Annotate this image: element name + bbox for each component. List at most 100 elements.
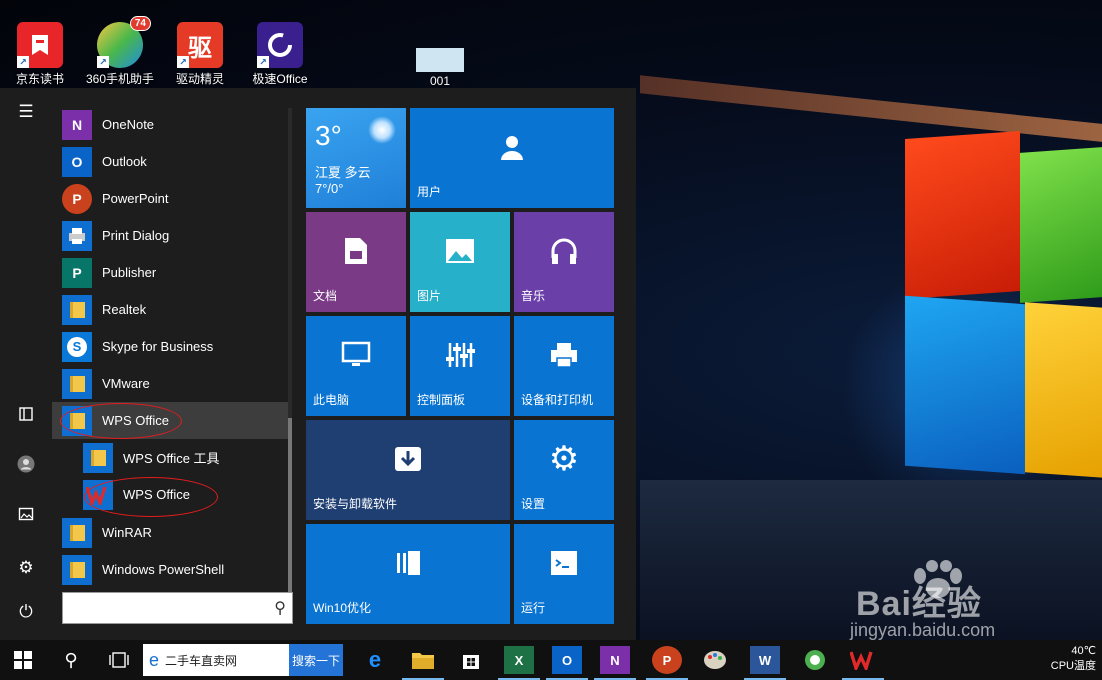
tile-weather[interactable]: 3° 江夏 多云 7°/0° [306, 108, 406, 208]
excel-icon[interactable]: X [498, 646, 540, 680]
app-item-vmware[interactable]: VMware [52, 365, 288, 402]
driver-genius-icon: 驱 ↗ [177, 22, 223, 68]
picture-icon [410, 212, 510, 290]
speed-office-icon: ↗ [257, 22, 303, 68]
tile-settings[interactable]: ⚙ 设置 [514, 420, 614, 520]
app-item-outlook[interactable]: O Outlook [52, 143, 288, 180]
start-search-input[interactable]: ⚲ [62, 592, 293, 624]
taskbar: ⚲ e 二手车直卖网 搜索一下 e X O N P W 40℃ CPU温度 [0, 640, 1102, 680]
powerpoint-icon: P [62, 183, 92, 214]
app-item-print-dialog[interactable]: Print Dialog [52, 217, 288, 254]
ie-icon: e [149, 649, 160, 670]
optimize-icon [306, 524, 510, 602]
word-icon[interactable]: W [744, 646, 786, 680]
cpu-temp-label: CPU温度 [1050, 660, 1096, 672]
settings-icon[interactable]: ⚙ [8, 550, 44, 586]
download-box-icon [306, 420, 510, 498]
start-menu: ☰ ⚙ ⏻ N OneNote O Outlook P PowerPoint P… [0, 88, 636, 640]
tile-control-panel[interactable]: 控制面板 [410, 316, 510, 416]
onenote-icon[interactable]: N [594, 646, 636, 680]
documents-icon[interactable] [8, 396, 44, 432]
desktop-icon-driver-genius[interactable]: 驱 ↗ 驱动精灵 [160, 18, 240, 87]
publisher-icon: P [62, 257, 92, 288]
system-tray: 40℃ CPU温度 [1051, 644, 1096, 674]
edge-icon[interactable]: e [360, 646, 390, 674]
desktop-icon-001[interactable]: 001 [400, 18, 480, 88]
sliders-icon [410, 316, 510, 394]
wallpaper-red-pane [905, 130, 1020, 300]
desktop-icon-360-helper[interactable]: 74 ↗ 360手机助手 [80, 16, 160, 87]
printer-icon [514, 316, 614, 394]
wallpaper-yellow-pane [1025, 302, 1102, 478]
image-file-icon [416, 48, 464, 72]
tile-user[interactable]: 用户 [410, 108, 614, 208]
app-item-wps-office[interactable]: WPS Office [52, 476, 288, 513]
start-button[interactable] [0, 640, 46, 680]
tile-documents[interactable]: 文档 [306, 212, 406, 312]
wallpaper-frame [640, 75, 1102, 143]
document-icon [306, 212, 406, 290]
tile-devices-printers[interactable]: 设备和打印机 [514, 316, 614, 416]
taskbar-search-input[interactable]: e 二手车直卖网 [143, 644, 289, 676]
pictures-icon[interactable] [8, 496, 44, 532]
outlook-icon: O [62, 146, 92, 177]
sun-icon [368, 116, 396, 144]
tile-win10-optimize[interactable]: Win10优化 [306, 524, 510, 624]
browser-icon[interactable] [800, 646, 830, 674]
wps-icon[interactable] [842, 646, 884, 680]
app-item-winrar[interactable]: WinRAR [52, 514, 288, 551]
outlook-icon[interactable]: O [546, 646, 588, 680]
folder-icon [62, 554, 92, 585]
desktop-icon-speed-office[interactable]: ↗ 极速Office [240, 18, 320, 87]
app-item-wps-office-tools[interactable]: WPS Office 工具 [52, 439, 288, 476]
paint-icon[interactable] [700, 646, 730, 674]
search-icon[interactable]: ⚲ [48, 640, 94, 680]
printer-icon [62, 220, 92, 251]
gear-icon: ⚙ [548, 440, 580, 478]
tile-this-pc[interactable]: 此电脑 [306, 316, 406, 416]
jd-read-icon: ↗ [17, 22, 63, 68]
app-item-wps-office-folder[interactable]: WPS Office [52, 402, 288, 439]
user-icon[interactable] [8, 446, 44, 482]
notification-badge: 74 [129, 16, 151, 31]
folder-icon [83, 442, 113, 473]
app-list: N OneNote O Outlook P PowerPoint Print D… [52, 106, 288, 586]
headphones-icon [514, 212, 614, 290]
hamburger-icon[interactable]: ☰ [8, 94, 44, 130]
skype-icon: S [62, 331, 92, 362]
power-icon[interactable]: ⏻ [8, 594, 44, 630]
app-item-powershell[interactable]: Windows PowerShell [52, 551, 288, 586]
cpu-temp-value: 40℃ [1071, 645, 1096, 657]
folder-icon [62, 517, 92, 548]
app-item-realtek[interactable]: Realtek [52, 291, 288, 328]
tile-music[interactable]: 音乐 [514, 212, 614, 312]
folder-icon [62, 368, 92, 399]
tile-pictures[interactable]: 图片 [410, 212, 510, 312]
powerpoint-icon[interactable]: P [646, 646, 688, 680]
wallpaper-green-pane [1020, 147, 1102, 303]
folder-icon [62, 405, 92, 436]
wallpaper-blue-pane [905, 295, 1025, 475]
task-view-icon[interactable] [96, 640, 142, 680]
start-menu-rail: ☰ ⚙ ⏻ [0, 88, 52, 640]
run-icon [514, 524, 614, 602]
start-search-field[interactable] [69, 593, 259, 621]
user-icon [410, 108, 614, 186]
tile-run[interactable]: 运行 [514, 524, 614, 624]
file-explorer-icon[interactable] [402, 646, 444, 680]
desktop-icon-jd-read[interactable]: ↗ 京东读书 [0, 18, 80, 87]
onenote-icon: N [62, 109, 92, 140]
app-item-skype[interactable]: S Skype for Business [52, 328, 288, 365]
tile-install-uninstall[interactable]: 安装与卸载软件 [306, 420, 510, 520]
windows-logo-icon [14, 651, 32, 669]
taskbar-search-button[interactable]: 搜索一下 [289, 644, 343, 676]
app-item-onenote[interactable]: N OneNote [52, 106, 288, 143]
monitor-icon [306, 316, 406, 394]
360-helper-icon: 74 ↗ [97, 16, 151, 68]
wps-icon [83, 479, 113, 510]
store-icon[interactable] [456, 646, 486, 674]
app-list-scroll-thumb[interactable] [288, 418, 292, 618]
search-icon: ⚲ [274, 600, 286, 617]
app-item-powerpoint[interactable]: P PowerPoint [52, 180, 288, 217]
app-item-publisher[interactable]: P Publisher [52, 254, 288, 291]
